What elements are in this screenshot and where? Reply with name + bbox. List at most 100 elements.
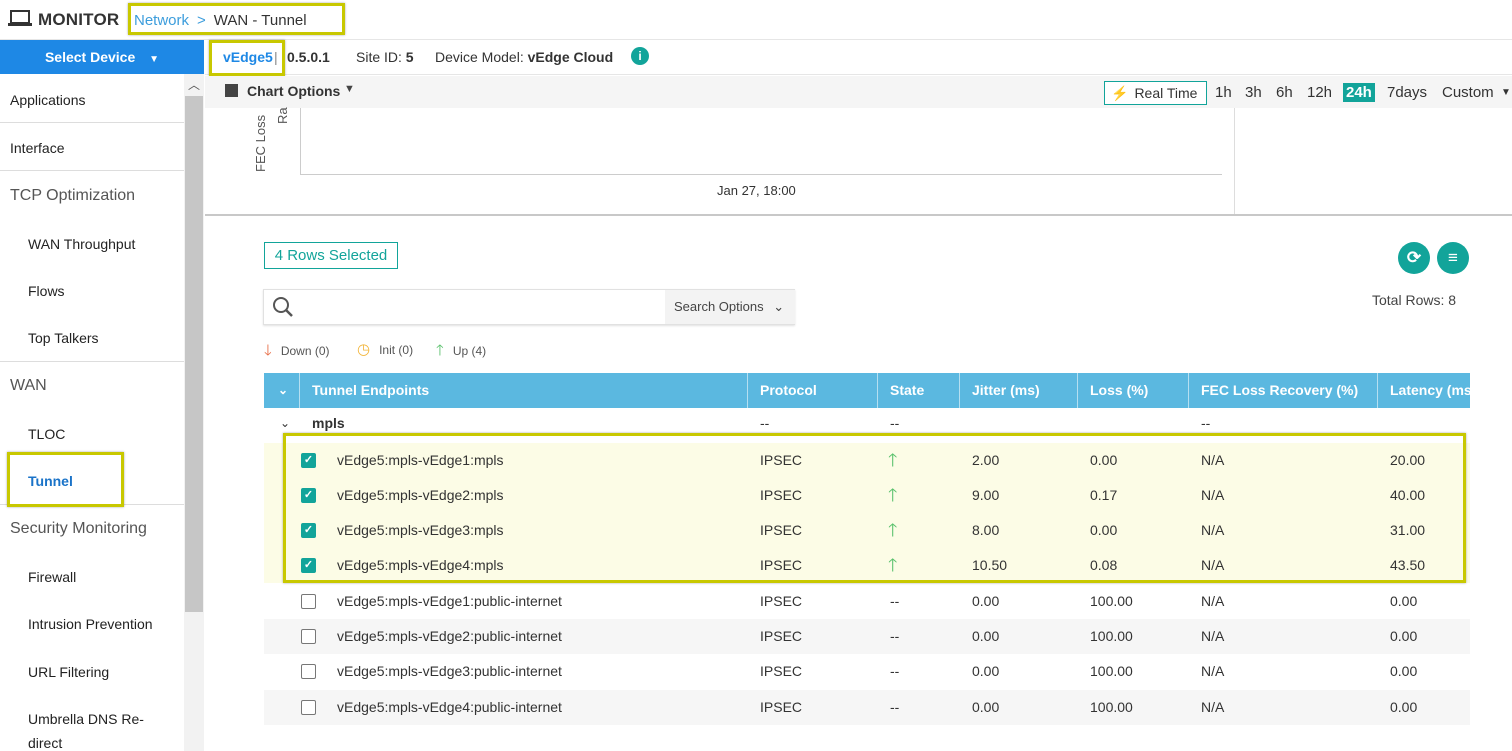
column-tunnel-endpoints[interactable]: Tunnel Endpoints [300, 373, 748, 408]
sidebar-item-wan-throughput[interactable]: WAN Throughput [0, 236, 184, 252]
sidebar-item-firewall[interactable]: Firewall [0, 569, 184, 585]
collapse-all-icon[interactable]: ⌄ [264, 373, 300, 408]
menu-icon[interactable]: ≡ [1437, 242, 1469, 274]
real-time-label: Real Time [1134, 85, 1198, 101]
column-state[interactable]: State [878, 373, 960, 408]
row-checkbox[interactable]: ✓ [301, 558, 316, 573]
cell-state: -- [890, 663, 900, 679]
sidebar-item-url-filtering[interactable]: URL Filtering [0, 664, 184, 680]
device-name[interactable]: vEdge5 [223, 49, 273, 65]
cell-state: -- [890, 593, 900, 609]
select-device-button[interactable]: Select Device ▼ [0, 40, 204, 74]
row-checkbox[interactable] [301, 594, 316, 609]
breadcrumb-link-network[interactable]: Network [134, 12, 189, 29]
legend-init[interactable]: ◷ Init (0) [357, 340, 413, 358]
row-checkbox[interactable]: ✓ [301, 453, 316, 468]
chevron-down-icon[interactable]: ▼ [344, 83, 355, 95]
clock-icon: ◷ [357, 341, 371, 358]
range-custom[interactable]: Custom [1442, 84, 1494, 101]
range-7days[interactable]: 7days [1387, 84, 1427, 101]
legend-down[interactable]: 🡓 Down (0) [264, 340, 330, 365]
sidebar-item-interface[interactable]: Interface [0, 140, 184, 156]
cell-latency: 31.00 [1390, 522, 1426, 538]
cell-loss: 100.00 [1090, 593, 1133, 609]
table-header: ⌄ Tunnel Endpoints Protocol State Jitter… [264, 373, 1470, 408]
table-row[interactable]: vEdge5:mpls-vEdge3:public-internet IPSEC -… [264, 654, 1470, 689]
range-12h[interactable]: 12h [1307, 84, 1332, 101]
range-24h[interactable]: 24h [1343, 83, 1375, 102]
chart-y-axis [300, 108, 301, 174]
column-latency[interactable]: Latency (ms [1378, 373, 1470, 408]
group-name: mpls [312, 415, 345, 431]
column-fec-loss-recovery[interactable]: FEC Loss Recovery (%) [1189, 373, 1378, 408]
legend-up-label: Up (4) [452, 344, 487, 358]
app-title: MONITOR [38, 10, 120, 29]
rows-selected-badge[interactable]: 4 Rows Selected [264, 242, 398, 269]
group-fec: -- [1201, 415, 1211, 431]
table-row[interactable]: vEdge5:mpls-vEdge1:public-internet IPSEC -… [264, 584, 1470, 619]
cell-tunnel-endpoint: vEdge5:mpls-vEdge1:public-internet [337, 593, 562, 609]
table-row[interactable]: vEdge5:mpls-vEdge2:public-internet IPSEC -… [264, 619, 1470, 654]
device-model: Device Model: vEdge Cloud [435, 49, 613, 65]
sidebar-divider [0, 122, 184, 123]
cell-protocol: IPSEC [760, 557, 803, 573]
row-checkbox[interactable] [301, 629, 316, 644]
cell-fec-loss-recovery: N/A [1201, 522, 1225, 538]
range-1h[interactable]: 1h [1215, 84, 1232, 101]
sidebar-group-tcp-optimization[interactable]: TCP Optimization [0, 187, 184, 205]
sidebar-item-flows[interactable]: Flows [0, 283, 184, 299]
row-checkbox[interactable] [301, 700, 316, 715]
group-collapse-icon[interactable]: ⌄ [280, 406, 290, 441]
cell-fec-loss-recovery: N/A [1201, 487, 1225, 503]
table-row[interactable]: vEdge5:mpls-vEdge4:public-internet IPSEC -… [264, 690, 1470, 725]
sidebar-group-security-monitoring[interactable]: Security Monitoring [0, 520, 184, 538]
sidebar-group-wan[interactable]: WAN [0, 377, 184, 395]
cell-latency: 0.00 [1390, 663, 1418, 679]
search-options-button[interactable]: Search Options ⌄ [665, 290, 795, 324]
range-6h[interactable]: 6h [1276, 84, 1293, 101]
scroll-up-icon[interactable]: ︿ [188, 76, 200, 93]
breadcrumb-separator: > [197, 12, 206, 29]
sidebar-item-umbrella-dns[interactable]: Umbrella DNS Re- [0, 711, 184, 727]
sidebar-item-intrusion-prevention[interactable]: Intrusion Prevention [0, 616, 184, 632]
row-checkbox[interactable]: ✓ [301, 488, 316, 503]
cell-jitter: 0.00 [972, 593, 1000, 609]
info-icon[interactable]: i [631, 47, 649, 65]
chart-options-button[interactable]: Chart Options [247, 83, 340, 99]
column-protocol[interactable]: Protocol [748, 373, 878, 408]
range-3h[interactable]: 3h [1245, 84, 1262, 101]
scroll-thumb[interactable] [185, 96, 203, 612]
custom-caret-icon[interactable]: ▼ [1501, 87, 1511, 98]
cell-tunnel-endpoint: vEdge5:mpls-vEdge4:public-internet [337, 699, 562, 715]
column-jitter[interactable]: Jitter (ms) [960, 373, 1078, 408]
sidebar-item-tunnel[interactable]: Tunnel [0, 473, 184, 489]
sidebar-item-umbrella-dns-cont[interactable]: direct [0, 735, 184, 751]
sidebar-item-top-talkers[interactable]: Top Talkers [0, 330, 184, 346]
refresh-icon[interactable]: ⟳ [1398, 242, 1430, 274]
chart-icon[interactable] [225, 84, 238, 97]
group-protocol: -- [760, 415, 770, 431]
sidebar-item-tloc[interactable]: TLOC [0, 426, 184, 442]
table-row[interactable]: ✓ vEdge5:mpls-vEdge2:mpls IPSEC 🡑 9.00 0.17 N/… [264, 478, 1470, 513]
chart-options-bar: Chart Options ▼ ⚡ Real Time 1h 3h 6h 12h … [205, 76, 1512, 108]
column-loss[interactable]: Loss (%) [1078, 373, 1189, 408]
site-id-label: Site ID: [356, 49, 402, 65]
cell-protocol: IPSEC [760, 663, 803, 679]
breadcrumb: Network > WAN - Tunnel [134, 12, 307, 29]
lightning-icon: ⚡ [1111, 85, 1129, 101]
group-row-mpls[interactable]: ⌄ mpls -- -- -- [264, 408, 1470, 440]
table-row[interactable]: ✓ vEdge5:mpls-vEdge3:mpls IPSEC 🡑 8.00 0.00 N/… [264, 513, 1470, 548]
row-checkbox[interactable]: ✓ [301, 523, 316, 538]
legend-up[interactable]: 🡑 Up (4) [436, 340, 486, 365]
sidebar-scrollbar[interactable]: ︿ [184, 74, 204, 751]
table-row[interactable]: ✓ vEdge5:mpls-vEdge1:mpls IPSEC 🡑 2.00 0.00 N/… [264, 443, 1470, 478]
table-row[interactable]: ✓ vEdge5:mpls-vEdge4:mpls IPSEC 🡑 10.50 0.08 N… [264, 548, 1470, 583]
row-checkbox[interactable] [301, 664, 316, 679]
search-input[interactable] [300, 294, 660, 320]
cell-fec-loss-recovery: N/A [1201, 452, 1225, 468]
group-state: -- [890, 415, 900, 431]
cell-loss: 100.00 [1090, 699, 1133, 715]
cell-tunnel-endpoint: vEdge5:mpls-vEdge1:mpls [337, 452, 504, 468]
sidebar-item-applications[interactable]: Applications [0, 92, 184, 108]
real-time-button[interactable]: ⚡ Real Time [1104, 81, 1207, 105]
